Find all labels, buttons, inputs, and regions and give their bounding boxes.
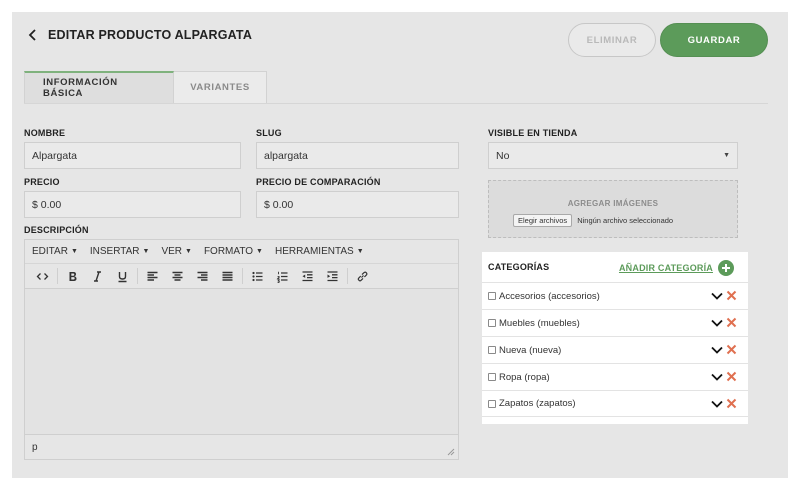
caret-down-icon: ▼ (70, 248, 78, 255)
align-right-icon[interactable] (190, 266, 215, 286)
name-label: NOMBRE (24, 128, 66, 138)
chevron-left-icon[interactable] (26, 28, 40, 42)
visible-select[interactable]: No ▼ (488, 142, 738, 169)
categories-list: Accesorios (accesorios) Muebles (muebles… (482, 282, 748, 417)
bullet-list-icon[interactable] (245, 266, 270, 286)
menu-tools[interactable]: HERRAMIENTAS ▼ (275, 246, 364, 257)
choose-files-button[interactable]: Elegir archivos (513, 214, 573, 227)
slug-input[interactable]: alpargata (256, 142, 459, 169)
chevron-down-icon[interactable] (711, 345, 723, 355)
file-status-text: Ningún archivo seleccionado (577, 216, 674, 225)
add-images-label: AGREGAR IMÁGENES (567, 199, 659, 208)
description-label: DESCRIPCIÓN (24, 225, 89, 235)
toolbar-divider (347, 268, 348, 284)
save-button[interactable]: GUARDAR (660, 23, 768, 57)
editor-menubar: EDITAR ▼ INSERTAR ▼ VER ▼ FORMATO ▼ HERRAMIE… (25, 240, 458, 264)
caret-down-icon: ▼ (723, 152, 730, 159)
category-label: Nueva (nueva) (499, 344, 562, 356)
category-label: Ropa (ropa) (499, 371, 550, 383)
visible-label: VISIBLE EN TIENDA (488, 128, 578, 138)
slug-label: SLUG (256, 128, 282, 138)
menu-insert[interactable]: INSERTAR ▼ (90, 246, 150, 257)
align-justify-icon[interactable] (215, 266, 240, 286)
categories-title: CATEGORÍAS (488, 262, 550, 272)
visible-select-value: No (496, 149, 510, 162)
delete-button[interactable]: ELIMINAR (568, 23, 656, 57)
close-icon[interactable] (726, 317, 737, 328)
caret-down-icon: ▼ (185, 248, 192, 255)
bold-icon[interactable] (60, 266, 85, 286)
images-dropzone[interactable]: AGREGAR IMÁGENES Elegir archivos Ningún … (488, 180, 738, 238)
editor-content-area[interactable] (25, 290, 458, 434)
outdent-icon[interactable] (295, 266, 320, 286)
price-label: PRECIO (24, 177, 60, 187)
close-icon[interactable] (726, 371, 737, 382)
editor-toolbar (25, 264, 458, 289)
tab-divider (24, 103, 768, 104)
file-input: Elegir archivos Ningún archivo seleccion… (513, 214, 673, 227)
underline-icon[interactable] (110, 266, 135, 286)
close-icon[interactable] (726, 290, 737, 301)
category-label: Zapatos (zapatos) (499, 398, 576, 409)
numbered-list-icon[interactable] (270, 266, 295, 286)
category-checkbox[interactable] (488, 346, 496, 354)
caret-down-icon: ▼ (256, 248, 263, 255)
chevron-down-icon[interactable] (711, 399, 723, 409)
list-item: Nueva (nueva) (482, 336, 748, 363)
category-checkbox[interactable] (488, 399, 496, 408)
category-checkbox[interactable] (488, 319, 496, 327)
tab-variants[interactable]: VARIANTES (174, 71, 267, 104)
price-input[interactable]: $ 0.00 (24, 191, 241, 218)
plus-circle-icon[interactable] (718, 260, 734, 276)
list-item: Accesorios (accesorios) (482, 282, 748, 309)
category-label: Muebles (muebles) (499, 317, 580, 329)
tab-bar: INFORMACIÓN BÁSICA VARIANTES (24, 71, 267, 104)
italic-icon[interactable] (85, 266, 110, 286)
toolbar-divider (137, 268, 138, 284)
tab-basic-info[interactable]: INFORMACIÓN BÁSICA (24, 71, 174, 104)
list-item: Muebles (muebles) (482, 309, 748, 336)
menu-view[interactable]: VER ▼ (161, 246, 192, 257)
chevron-down-icon[interactable] (711, 291, 723, 301)
compare-price-label: PRECIO DE COMPARACIÓN (256, 177, 381, 187)
editor-statusbar: p (25, 434, 458, 459)
page-title: EDITAR PRODUCTO ALPARGATA (48, 28, 253, 42)
add-category-button[interactable]: AÑADIR CATEGORÍA (619, 260, 734, 276)
code-icon[interactable] (30, 266, 55, 286)
resize-handle-icon[interactable] (447, 448, 455, 456)
link-icon[interactable] (350, 266, 375, 286)
toolbar-divider (242, 268, 243, 284)
close-icon[interactable] (726, 344, 737, 355)
caret-down-icon: ▼ (142, 248, 150, 255)
categories-panel: CATEGORÍAS AÑADIR CATEGORÍA Accesorios (… (482, 252, 748, 424)
edit-product-page: EDITAR PRODUCTO ALPARGATA ELIMINAR GUARD… (12, 12, 788, 478)
list-item: Ropa (ropa) (482, 363, 748, 390)
name-input[interactable]: Alpargata (24, 142, 241, 169)
close-icon[interactable] (726, 398, 737, 409)
category-label: Accesorios (accesorios) (499, 290, 600, 302)
menu-format[interactable]: FORMATO ▼ (204, 246, 263, 257)
chevron-down-icon[interactable] (711, 318, 723, 328)
app-panel: EDITAR PRODUCTO ALPARGATA ELIMINAR GUARD… (12, 12, 788, 478)
menu-edit[interactable]: EDITAR ▼ (32, 246, 78, 257)
toolbar-divider (57, 268, 58, 284)
chevron-down-icon[interactable] (711, 372, 723, 382)
category-checkbox[interactable] (488, 292, 496, 300)
rich-text-editor: EDITAR ▼ INSERTAR ▼ VER ▼ FORMATO ▼ HERRAMIE… (24, 239, 459, 460)
add-category-label[interactable]: AÑADIR CATEGORÍA (619, 263, 713, 273)
compare-price-input[interactable]: $ 0.00 (256, 191, 459, 218)
align-center-icon[interactable] (165, 266, 190, 286)
page-header: EDITAR PRODUCTO ALPARGATA (26, 28, 252, 42)
list-item: Zapatos (zapatos) (482, 390, 748, 417)
element-path: p (32, 441, 38, 453)
align-left-icon[interactable] (140, 266, 165, 286)
category-checkbox[interactable] (488, 373, 496, 381)
indent-icon[interactable] (320, 266, 345, 286)
caret-down-icon: ▼ (356, 248, 364, 255)
